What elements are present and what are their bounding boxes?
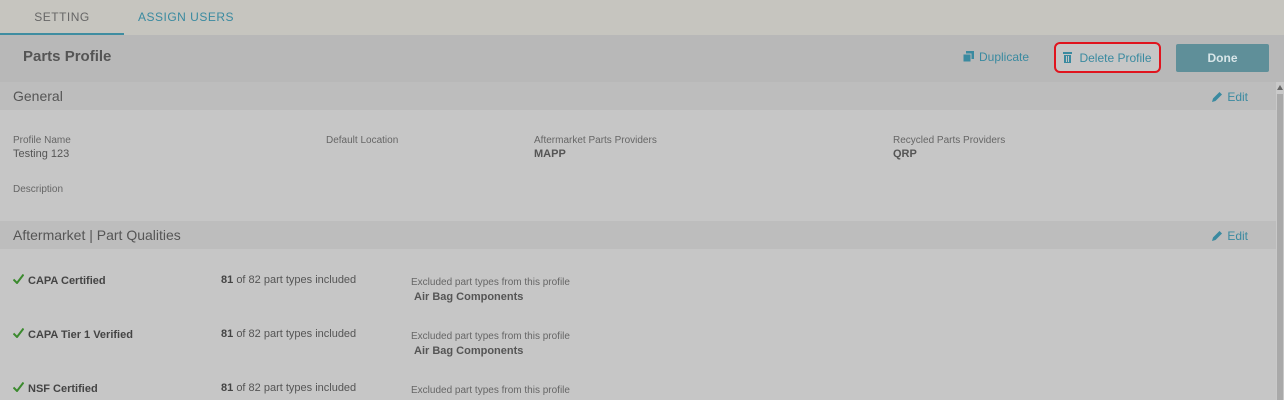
excluded-label: Excluded part types from this profile [411,385,570,396]
duplicate-label: Duplicate [979,50,1030,64]
included-count-number: 81 [221,328,234,340]
aftermarket-edit-label: Edit [1227,229,1248,243]
aftermarket-providers-value: MAPP [534,148,566,160]
profile-header: Parts Profile Duplicate Delete Profile D… [0,35,1284,82]
duplicate-button[interactable]: Duplicate [963,50,1029,64]
quality-name: CAPA Certified [13,274,106,287]
included-count-suffix: of 82 part types included [236,382,357,394]
quality-name: CAPA Tier 1 Verified [13,328,133,341]
pencil-icon [1212,92,1223,102]
general-section-header: General Edit [0,82,1276,110]
excluded-label: Excluded part types from this profile [411,277,570,288]
included-count: 81 of 82 part types included [221,328,356,340]
included-count: 81 of 82 part types included [221,382,356,394]
included-count-number: 81 [221,274,234,286]
checkmark-icon [13,382,24,392]
quality-name-label: NSF Certified [28,383,98,395]
included-count-number: 81 [221,382,234,394]
quality-name-label: CAPA Tier 1 Verified [28,329,133,341]
page-title: Parts Profile [23,48,112,65]
quality-name-label: CAPA Certified [28,275,106,287]
pencil-icon [1212,231,1223,241]
description-label: Description [13,184,64,195]
excluded-value: Air Bag Components [414,291,524,303]
quality-name: NSF Certified [13,382,98,395]
trash-icon [1063,52,1073,63]
tab-bar: SETTING ASSIGN USERS [0,0,1284,35]
included-count-suffix: of 82 part types included [236,328,357,340]
checkmark-icon [13,274,24,284]
vertical-scrollbar[interactable] [1276,82,1284,400]
included-count: 81 of 82 part types included [221,274,356,286]
delete-profile-button[interactable]: Delete Profile [1054,42,1161,73]
general-section-title: General [13,88,63,104]
delete-profile-label: Delete Profile [1079,50,1152,65]
scroll-thumb[interactable] [1277,94,1283,400]
tab-setting[interactable]: SETTING [0,0,124,35]
general-edit-button[interactable]: Edit [1212,90,1248,104]
excluded-value: Air Bag Components [414,345,524,357]
checkmark-icon [13,328,24,338]
aftermarket-section-title: Aftermarket | Part Qualities [13,227,181,243]
scroll-up-arrow-icon[interactable] [1277,85,1283,90]
tab-assign-users[interactable]: ASSIGN USERS [124,0,248,35]
copy-icon [963,51,974,62]
aftermarket-section-header: Aftermarket | Part Qualities Edit [0,221,1276,249]
included-count-suffix: of 82 part types included [236,274,357,286]
aftermarket-providers-label: Aftermarket Parts Providers [534,135,657,146]
aftermarket-edit-button[interactable]: Edit [1212,229,1248,243]
profile-name-value: Testing 123 [13,148,70,160]
default-location-label: Default Location [326,135,399,146]
profile-name-label: Profile Name [13,135,71,146]
recycled-providers-label: Recycled Parts Providers [893,135,1006,146]
recycled-providers-value: QRP [893,148,917,160]
done-button[interactable]: Done [1176,44,1269,72]
general-edit-label: Edit [1227,90,1248,104]
excluded-label: Excluded part types from this profile [411,331,570,342]
